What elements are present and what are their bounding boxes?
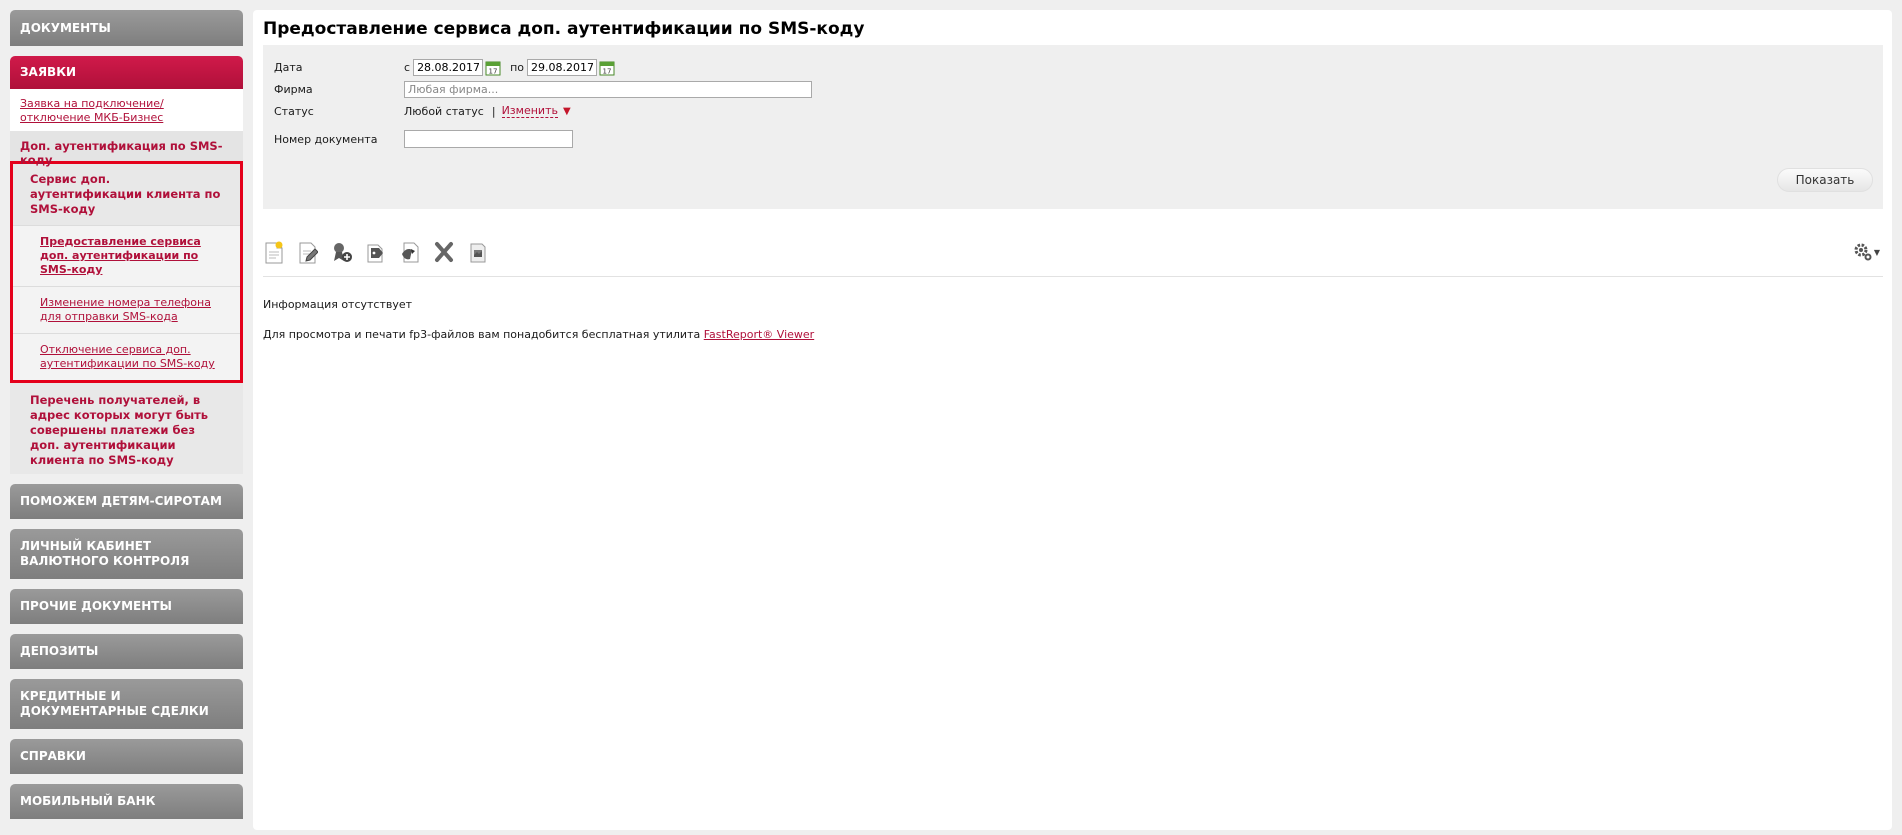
new-document-icon[interactable]	[263, 239, 285, 265]
date-from-prefix: с	[404, 61, 411, 74]
status-separator: |	[491, 104, 496, 118]
sms-auth-section[interactable]: Доп. аутентификация по SMS-коду	[10, 131, 243, 167]
fastreport-note-text: Для просмотра и печати fp3-файлов вам по…	[263, 328, 701, 341]
delete-icon[interactable]	[433, 239, 455, 265]
menu-currency-control[interactable]: ЛИЧНЫЙ КАБИНЕТ ВАЛЮТНОГО КОНТРОЛЯ	[10, 529, 243, 579]
status-change-link[interactable]: Изменить	[501, 104, 558, 118]
firm-label: Фирма	[274, 83, 313, 96]
dropdown-arrow-icon[interactable]: ▼	[563, 106, 571, 117]
menu-documents[interactable]: ДОКУМЕНТЫ	[10, 10, 243, 46]
recipients-list-link[interactable]: Перечень получателей, в адрес которых мо…	[10, 383, 243, 474]
menu-requests[interactable]: ЗАЯВКИ	[10, 56, 243, 89]
sms-service-box: Сервис доп. аутентификации клиента по SM…	[10, 161, 243, 383]
date-from-input[interactable]	[413, 59, 484, 76]
page-title: Предоставление сервиса доп. аутентификац…	[263, 19, 865, 39]
chevron-down-icon[interactable]: ▼	[1874, 248, 1880, 257]
menu-orphans[interactable]: ПОМОЖЕМ ДЕТЯМ-СИРОТАМ	[10, 484, 243, 519]
doc-number-input[interactable]	[404, 130, 573, 148]
divider	[263, 276, 1883, 277]
doc-number-row: Номер документа	[274, 130, 573, 148]
sign-document-icon[interactable]	[365, 239, 387, 265]
date-to-input[interactable]	[526, 59, 597, 76]
print-icon[interactable]	[467, 239, 489, 265]
service-link-change-phone[interactable]: Изменение номера телефона для отправки S…	[13, 286, 240, 333]
toolbar	[263, 239, 489, 265]
date-label: Дата	[274, 61, 303, 74]
edit-document-icon[interactable]	[297, 239, 319, 265]
status-value: Любой статус	[404, 104, 484, 118]
settings-gear-icon[interactable]: ▼	[1853, 242, 1880, 262]
requests-connect-link[interactable]: Заявка на подключение/отключение МКБ-Биз…	[10, 89, 243, 131]
date-to-prefix: по	[510, 61, 524, 74]
sms-service-title[interactable]: Сервис доп. аутентификации клиента по SM…	[13, 164, 240, 225]
menu-deposits[interactable]: ДЕПОЗИТЫ	[10, 634, 243, 669]
svg-text:17: 17	[489, 67, 498, 75]
show-button[interactable]: Показать	[1777, 168, 1873, 192]
requests-submenu: Заявка на подключение/отключение МКБ-Биз…	[10, 89, 243, 474]
fastreport-note: Для просмотра и печати fp3-файлов вам по…	[263, 328, 814, 341]
main-content: Предоставление сервиса доп. аутентификац…	[253, 10, 1892, 830]
service-link-disable[interactable]: Отключение сервиса доп. аутентификации п…	[13, 333, 240, 380]
svg-text:17: 17	[603, 67, 612, 75]
send-document-icon[interactable]	[399, 239, 421, 265]
filter-panel: Дата с 17 по 17 Фирма Статус Любой стату…	[263, 45, 1883, 209]
firm-row: Фирма	[274, 81, 812, 98]
date-row: Дата с 17 по 17	[274, 59, 621, 76]
status-row: Статус Любой статус | Изменить ▼	[274, 104, 571, 118]
doc-number-label: Номер документа	[274, 132, 378, 146]
menu-credit-deals[interactable]: КРЕДИТНЫЕ И ДОКУМЕНТАРНЫЕ СДЕЛКИ	[10, 679, 243, 729]
add-signature-icon[interactable]	[331, 239, 353, 265]
sidebar: ДОКУМЕНТЫ ЗАЯВКИ Заявка на подключение/о…	[10, 10, 243, 829]
no-info-message: Информация отсутствует	[263, 298, 413, 311]
firm-input[interactable]	[404, 81, 812, 98]
calendar-icon[interactable]: 17	[485, 60, 501, 76]
menu-mobile-bank[interactable]: МОБИЛЬНЫЙ БАНК	[10, 784, 243, 819]
menu-other-docs[interactable]: ПРОЧИЕ ДОКУМЕНТЫ	[10, 589, 243, 624]
calendar-icon[interactable]: 17	[599, 60, 615, 76]
menu-references[interactable]: СПРАВКИ	[10, 739, 243, 774]
status-label: Статус	[274, 104, 314, 118]
service-link-provide[interactable]: Предоставление сервиса доп. аутентификац…	[13, 225, 240, 286]
fastreport-viewer-link[interactable]: FastReport® Viewer	[704, 328, 814, 341]
